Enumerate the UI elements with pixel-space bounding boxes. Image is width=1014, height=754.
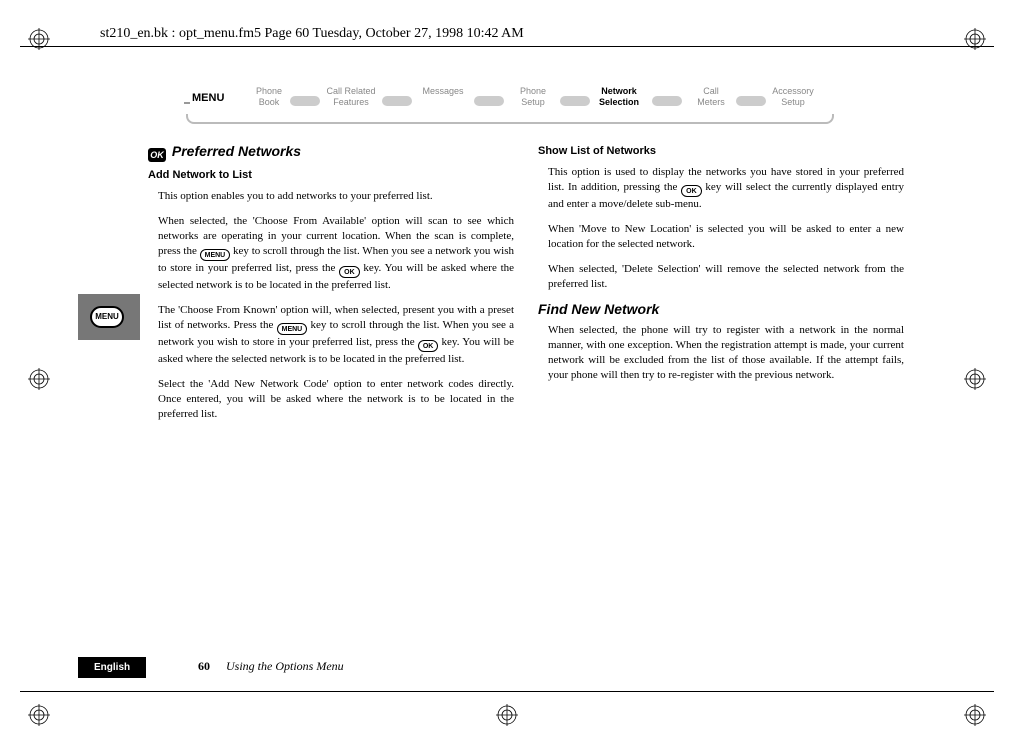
menu-item-messages: Messages xyxy=(412,86,474,97)
body-text: Select the 'Add New Network Code' option… xyxy=(158,377,514,422)
registration-mark-icon xyxy=(964,704,986,726)
subheading-show-list: Show List of Networks xyxy=(538,144,904,159)
body-text: This option enables you to add networks … xyxy=(158,189,514,204)
menu-key-icon: MENU xyxy=(90,306,124,328)
menu-item-phone-book: PhoneBook xyxy=(238,86,300,108)
page-footer: English 60 Using the Options Menu xyxy=(78,656,934,678)
registration-mark-icon xyxy=(28,704,50,726)
ok-key-icon: OK xyxy=(418,340,439,352)
registration-mark-icon xyxy=(28,368,50,390)
menu-item-call-meters: CallMeters xyxy=(680,86,742,108)
ok-badge-icon: OK xyxy=(148,148,166,162)
body-text: When selected, the phone will try to reg… xyxy=(548,323,904,383)
ok-key-icon: OK xyxy=(339,266,360,278)
registration-mark-icon xyxy=(964,368,986,390)
heading-preferred-networks: OK Preferred Networks xyxy=(148,144,514,162)
menu-item-phone-setup: PhoneSetup xyxy=(502,86,564,108)
menu-label: MENU xyxy=(192,92,224,104)
menu-navigation-strip: MENU PhoneBook Call RelatedFeatures Mess… xyxy=(190,86,830,124)
page-number: 60 xyxy=(198,659,210,674)
menu-item-call-related: Call RelatedFeatures xyxy=(320,86,382,108)
menu-key-icon: MENU xyxy=(200,249,231,261)
ok-key-icon: OK xyxy=(681,185,702,197)
chapter-title: Using the Options Menu xyxy=(226,659,344,674)
bottom-rule xyxy=(20,691,994,692)
body-text: When selected, the 'Choose From Availabl… xyxy=(158,214,514,293)
subheading-add-network: Add Network to List xyxy=(148,168,514,183)
top-rule xyxy=(20,46,994,47)
menu-item-network-selection: NetworkSelection xyxy=(588,86,650,108)
right-column: Show List of Networks This option is use… xyxy=(548,144,904,393)
heading-find-new-network: Find New Network xyxy=(538,302,904,317)
body-text: The 'Choose From Known' option will, whe… xyxy=(158,303,514,367)
body-text: When 'Move to New Location' is selected … xyxy=(548,222,904,252)
menu-key-icon: MENU xyxy=(277,323,308,335)
menu-item-accessory-setup: AccessorySetup xyxy=(762,86,824,108)
left-column: OK Preferred Networks Add Network to Lis… xyxy=(158,144,514,432)
language-tag: English xyxy=(78,657,146,678)
body-text: This option is used to display the netwo… xyxy=(548,165,904,212)
body-text: When selected, 'Delete Selection' will r… xyxy=(548,262,904,292)
registration-mark-icon xyxy=(496,704,518,726)
document-header-path: st210_en.bk : opt_menu.fm5 Page 60 Tuesd… xyxy=(100,26,524,42)
